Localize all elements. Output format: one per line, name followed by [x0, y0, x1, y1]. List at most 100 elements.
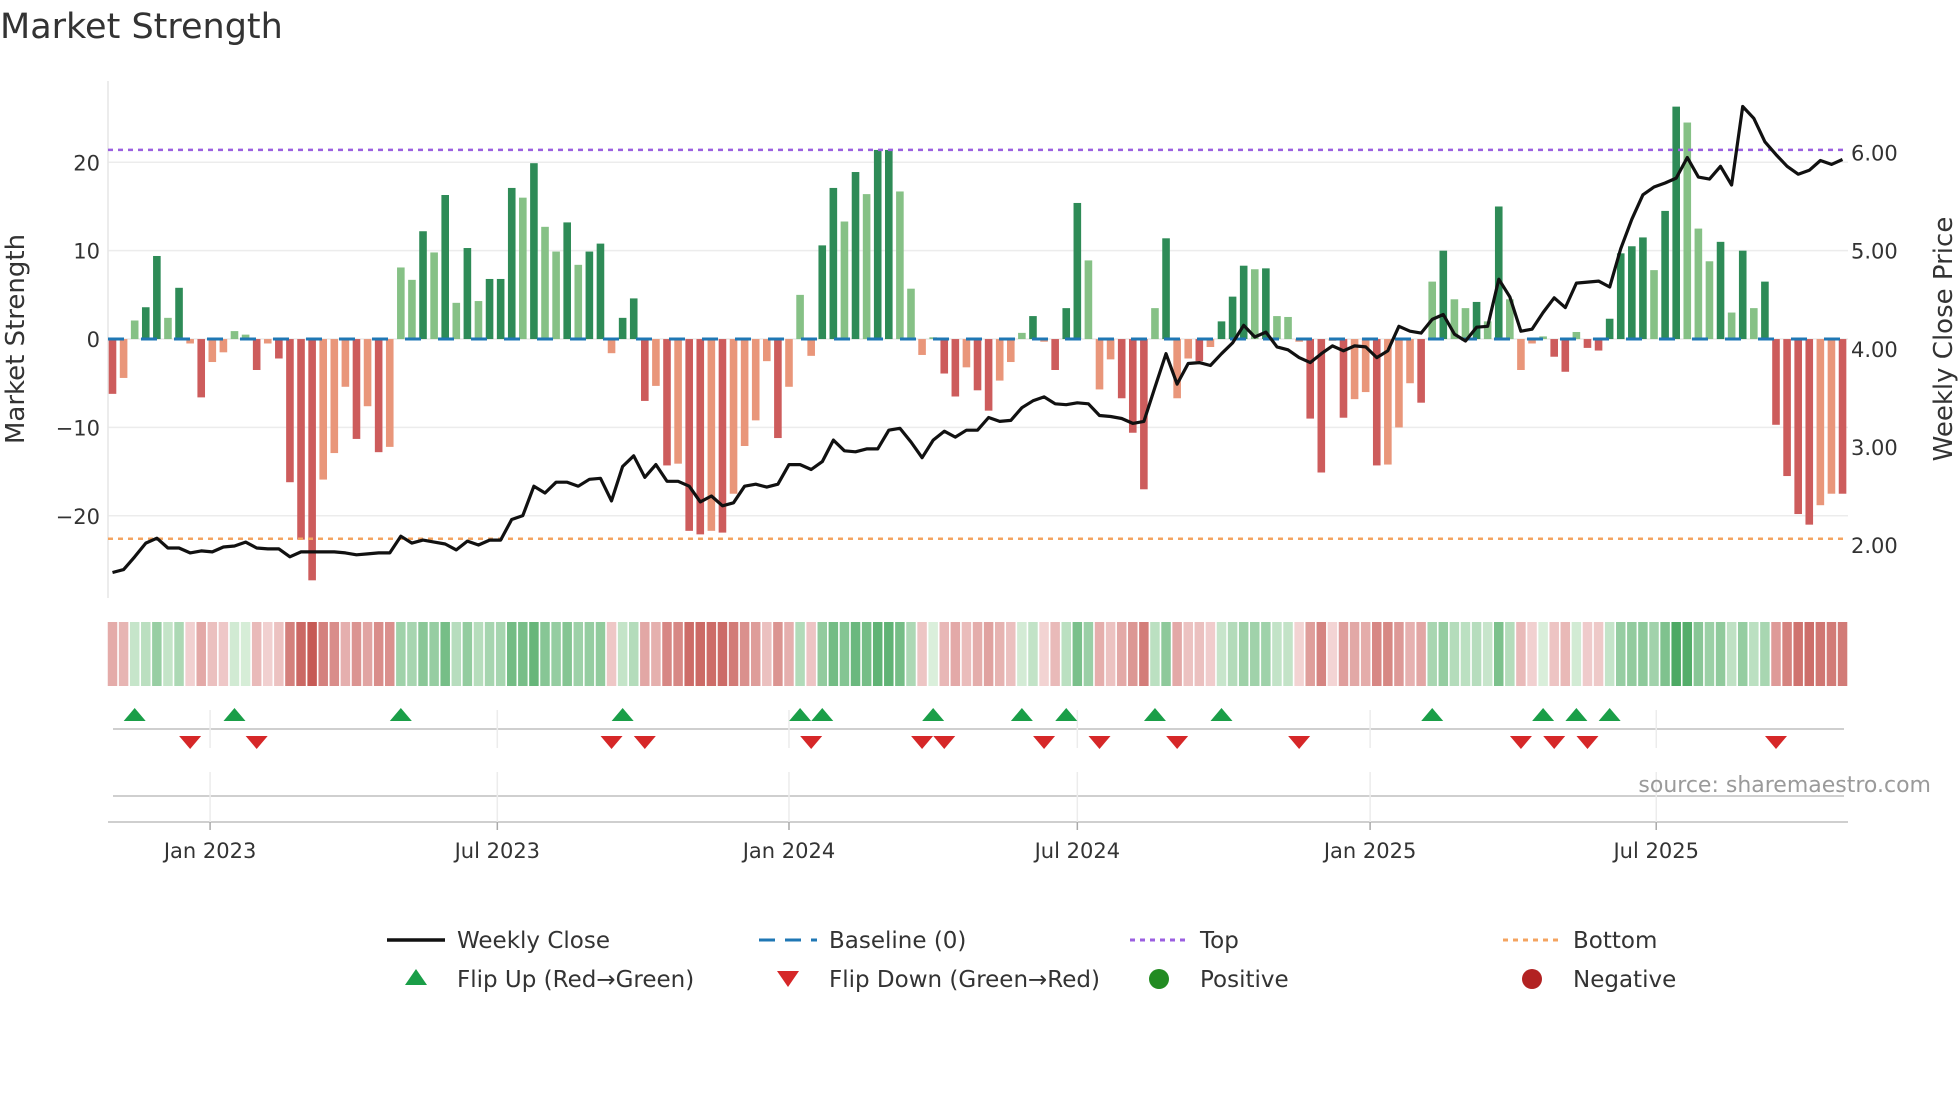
right-axis-ticks: 6.00 5.00 4.00 3.00 2.00 — [1851, 142, 1898, 558]
strength-bar — [1306, 339, 1315, 419]
strength-bar — [1406, 339, 1414, 384]
strength-bar — [896, 191, 904, 340]
strength-bar — [507, 187, 516, 340]
circle-icon — [1149, 969, 1169, 989]
strip-cell — [1494, 622, 1504, 686]
strength-bar — [1594, 339, 1603, 351]
triangle-down-icon — [777, 971, 799, 987]
strip-cell — [1604, 622, 1615, 686]
strength-bar — [1084, 260, 1093, 340]
strip-cell — [1737, 622, 1748, 686]
strip-cell — [1549, 622, 1559, 686]
strip-cell — [617, 622, 628, 686]
flip-up-marker — [1210, 708, 1233, 721]
strip-cell — [872, 622, 883, 686]
y2-tick-label: 4.00 — [1851, 338, 1898, 362]
legend-item: Flip Down (Green→Red) — [777, 967, 1100, 993]
legend-item: Negative — [1522, 967, 1676, 993]
strip-cell — [595, 622, 606, 686]
strip-cell — [1261, 622, 1271, 686]
y2-tick-label: 3.00 — [1851, 436, 1898, 460]
strength-bar — [319, 339, 328, 480]
strength-bar — [352, 339, 361, 439]
strip-cell — [1505, 622, 1515, 686]
strength-bar — [663, 339, 671, 466]
flip-up-marker — [1055, 708, 1078, 721]
strip-cell — [1338, 622, 1349, 686]
strength-bar — [552, 251, 560, 340]
legend-item: Weekly Close — [387, 928, 610, 954]
strength-bar — [164, 317, 172, 340]
legend-item: Baseline (0) — [759, 928, 966, 954]
strip-cell — [983, 622, 994, 686]
strength-bar — [774, 339, 782, 439]
flip-down-marker — [633, 736, 656, 749]
strip-cell — [1771, 622, 1781, 686]
flip-down-marker — [179, 736, 202, 749]
strength-bar — [341, 339, 350, 387]
strength-bars — [108, 106, 1847, 581]
strength-bar — [530, 163, 538, 340]
strip-cell — [1061, 622, 1071, 686]
strength-bar — [873, 149, 882, 340]
strip-cell — [1194, 622, 1205, 686]
strip-cell — [773, 622, 783, 686]
flip-up-marker — [123, 708, 146, 721]
strength-bar — [1051, 339, 1059, 370]
strength-bar — [385, 339, 394, 447]
strip-cell — [1172, 622, 1182, 686]
strength-bar — [363, 339, 372, 407]
strip-cell — [1116, 622, 1127, 686]
strength-bar — [807, 339, 815, 356]
strength-bar — [141, 307, 150, 340]
strength-bar — [308, 339, 316, 581]
y2-tick-label: 5.00 — [1851, 240, 1898, 264]
strength-bar — [1683, 122, 1692, 340]
strength-bar — [452, 302, 461, 340]
strip-cell — [994, 622, 1005, 686]
triangle-up-icon — [405, 969, 427, 985]
strength-bar — [275, 339, 283, 359]
strength-bar — [1783, 339, 1791, 477]
flip-up-marker — [1010, 708, 1033, 721]
y-tick-label: −10 — [56, 416, 100, 440]
strength-bar — [763, 339, 771, 362]
y-tick-label: 10 — [73, 240, 100, 264]
strength-bar — [1106, 339, 1115, 360]
strength-bar — [1628, 246, 1636, 340]
strip-cell — [1693, 622, 1704, 686]
strip-cell — [1793, 622, 1803, 686]
strength-bar — [685, 339, 693, 531]
left-axis-ticks: 20 10 0 −10 −20 — [56, 151, 100, 529]
flip-down-marker — [933, 736, 956, 749]
flip-up-marker — [789, 708, 812, 721]
strength-bar — [519, 197, 527, 340]
strip-cell — [1272, 622, 1282, 686]
strip-cell — [462, 622, 473, 686]
strip-cell — [728, 622, 739, 686]
strength-bar — [1439, 250, 1448, 340]
strip-cell — [939, 622, 949, 686]
strength-bar — [430, 252, 438, 340]
strength-bar — [119, 339, 128, 378]
circle-icon — [1522, 969, 1542, 989]
strip-cell — [229, 622, 240, 686]
strength-bar — [485, 278, 494, 340]
strip-cell — [1128, 622, 1138, 686]
legend-item: Positive — [1149, 967, 1289, 993]
flip-down-marker — [911, 736, 934, 749]
strip-cell — [895, 622, 905, 686]
strength-bar — [1750, 308, 1758, 340]
strength-bar — [574, 264, 583, 340]
strip-cell — [418, 622, 428, 686]
flip-down-marker — [245, 736, 268, 749]
strip-cell — [118, 622, 129, 686]
x-tick-label: Jan 2025 — [1322, 839, 1417, 863]
strip-cell — [1238, 622, 1249, 686]
strip-cell — [972, 622, 983, 686]
strength-bar — [1727, 312, 1736, 340]
legend-label: Top — [1199, 928, 1239, 954]
x-tick-label: Jul 2024 — [1033, 839, 1120, 863]
strength-bar — [1616, 253, 1625, 340]
strip-cell — [1316, 622, 1327, 686]
